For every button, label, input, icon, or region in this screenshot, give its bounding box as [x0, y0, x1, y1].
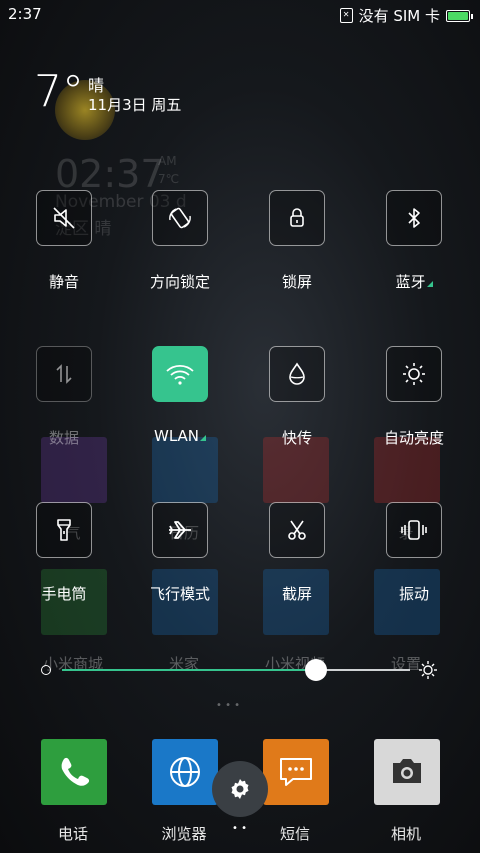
settings-page-indicator: • • [232, 823, 247, 834]
more-indicator-icon [200, 435, 206, 441]
brightness-slider[interactable] [62, 669, 410, 671]
mute-label: 静音 [48, 273, 79, 291]
mobile-data-icon [56, 364, 72, 384]
browser-icon [170, 757, 200, 787]
bluetooth-label: 蓝牙 [359, 271, 469, 292]
messages-app-icon[interactable] [263, 739, 329, 805]
brightness-low-icon [41, 665, 51, 675]
bluetooth-icon [408, 208, 420, 228]
ghost-clock-temp: 7℃ [158, 172, 180, 186]
no-sim-icon: ✕ [339, 8, 353, 23]
scissors-icon [288, 520, 306, 540]
mute-toggle[interactable] [36, 190, 92, 246]
more-indicator-icon [426, 281, 433, 287]
vibrate-icon [401, 520, 427, 540]
phone-icon [61, 757, 90, 786]
flashlight-toggle[interactable] [36, 502, 92, 558]
droplet-icon [289, 362, 305, 385]
auto-brightness-label: 自动亮度 [383, 429, 444, 447]
wlan-label: WLAN [125, 427, 235, 445]
wlan-toggle[interactable] [152, 346, 208, 402]
dock-label-messages: 短信 [279, 825, 310, 843]
brightness-high-icon [419, 661, 437, 679]
quick-transfer-label: 快传 [281, 429, 312, 447]
brightness-slider-handle[interactable] [305, 659, 328, 681]
vibrate-toggle[interactable] [386, 502, 442, 558]
weather-date: 11月3日 周五 [88, 96, 182, 114]
airplane-mode-label: 飞行模式 [149, 585, 210, 603]
status-bar: 2:37 ✕ 没有 SIM 卡 [0, 0, 480, 28]
dock-label-camera: 相机 [390, 825, 421, 843]
rotation-lock-label: 方向锁定 [149, 273, 210, 291]
mobile-data-toggle[interactable] [36, 346, 92, 402]
browser-app-icon[interactable] [152, 739, 218, 805]
weather-condition: 晴 [88, 76, 105, 95]
camera-app-icon[interactable] [374, 739, 440, 805]
dock-label-browser: 浏览器 [161, 825, 207, 843]
screenshot-label: 截屏 [281, 585, 312, 603]
ghost-app-gallery-icon [152, 437, 218, 503]
lock-icon [290, 208, 304, 227]
sim-status-text: 没有 SIM 卡 [358, 7, 440, 25]
mobile-data-label: 数据 [48, 429, 79, 447]
auto-brightness-toggle[interactable] [386, 346, 442, 402]
mute-icon [53, 207, 75, 229]
airplane-mode-toggle[interactable] [152, 502, 208, 558]
brightness-icon [403, 363, 425, 385]
lock-screen-label: 锁屏 [281, 273, 312, 291]
settings-button[interactable] [212, 761, 268, 817]
weather-temperature: 7° [34, 66, 84, 117]
screenshot-toggle[interactable] [269, 502, 325, 558]
gear-icon [231, 779, 249, 799]
airplane-icon [169, 521, 191, 539]
status-time: 2:37 [8, 5, 42, 23]
dock-label-phone: 电话 [57, 825, 88, 843]
flashlight-icon [57, 519, 71, 541]
flashlight-label: 手电筒 [41, 585, 87, 603]
wifi-icon [166, 364, 194, 385]
battery-icon [446, 9, 473, 22]
rotation-lock-toggle[interactable] [152, 190, 208, 246]
page-indicator: • • • [216, 700, 241, 711]
quick-transfer-toggle[interactable] [269, 346, 325, 402]
camera-icon [393, 759, 421, 783]
rotation-lock-icon [169, 207, 191, 229]
brightness-slider-fill [62, 669, 317, 671]
lock-screen-toggle[interactable] [269, 190, 325, 246]
ghost-clock-ampm: AM [158, 154, 177, 168]
phone-app-icon[interactable] [41, 739, 107, 805]
message-icon [280, 758, 312, 786]
bluetooth-toggle[interactable] [386, 190, 442, 246]
vibrate-label: 振动 [398, 585, 429, 603]
